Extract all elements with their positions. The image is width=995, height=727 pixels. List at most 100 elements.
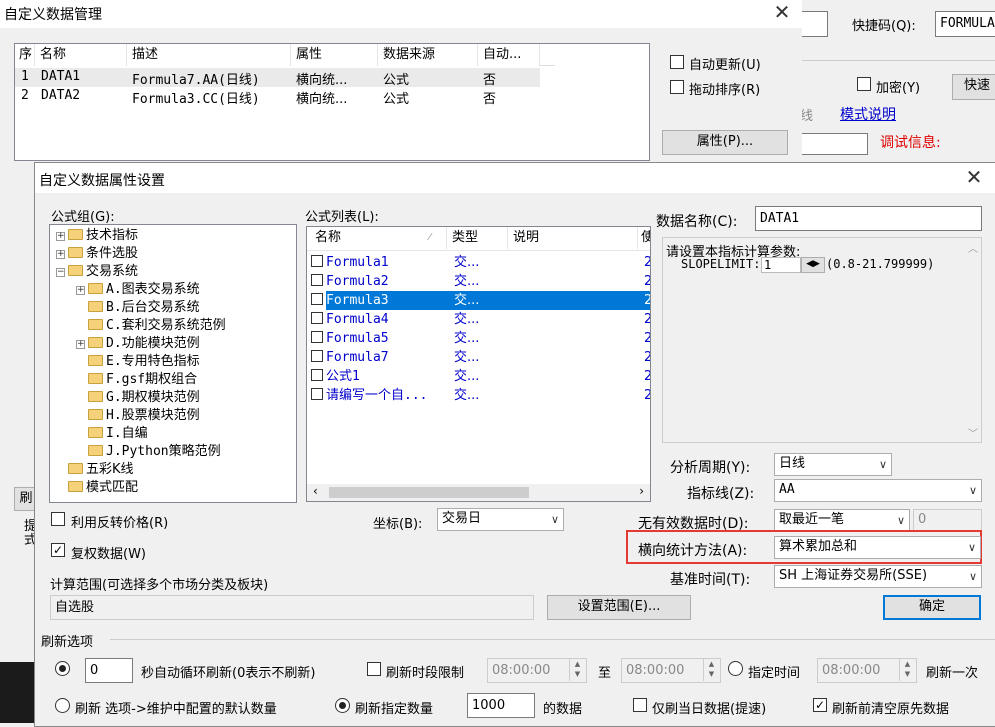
formula-icon	[311, 255, 323, 267]
collapse-icon[interactable]: −	[56, 268, 65, 277]
folder-icon	[88, 427, 103, 438]
ok-button[interactable]: 确定	[883, 595, 981, 620]
formula-row[interactable]: 公式1 交... 2	[311, 367, 650, 386]
tree-item[interactable]: − 交易系统	[56, 263, 138, 281]
fast-button[interactable]: 快速	[952, 74, 995, 100]
formula-row[interactable]: 请编写一个自... 交... 2	[311, 386, 650, 405]
attributes-button[interactable]: 属性(P)...	[662, 130, 788, 155]
formula-type: 交...	[454, 312, 480, 327]
formula-group-tree[interactable]: + 技术指标 + 条件选股 − 交易系统 + A.图表交易系统 B.后台交易系统 C.套利交易系统…	[49, 224, 297, 503]
folder-icon	[68, 265, 83, 276]
refresh-spec-radio[interactable]	[335, 698, 350, 713]
formula-icon	[311, 350, 323, 362]
param-range: (0.8-21.799999)	[826, 257, 935, 271]
bg-small-field[interactable]	[800, 133, 868, 155]
col-name[interactable]: 名称	[35, 44, 127, 66]
tree-item-label: 交易系统	[86, 264, 139, 279]
mode-desc-link[interactable]: 模式说明	[840, 104, 896, 124]
col-no[interactable]: 序	[15, 44, 35, 66]
formula-list[interactable]: 名称⁄ 类型 说明 使 Formula1交...2Formula2交...2Fo…	[306, 226, 651, 502]
formula-use-count: 2	[644, 329, 650, 348]
base-time-select[interactable]: SH 上海证券交易所(SSE) ∨	[774, 565, 982, 588]
tree-item[interactable]: H.股票模块范例	[76, 407, 200, 425]
tree-item[interactable]: C.套利交易系统范例	[76, 317, 226, 335]
period-select[interactable]: 日线 ∨	[774, 453, 892, 476]
tree-item-label: I.自编	[106, 426, 148, 441]
scroll-down-icon[interactable]: ﹀	[968, 425, 978, 440]
tree-item[interactable]: G.期权模块范例	[76, 389, 200, 407]
expand-icon[interactable]: +	[76, 340, 85, 349]
table-row[interactable]: 1 DATA1 Formula7.AA(日线) 横向统... 公式 否	[15, 68, 540, 88]
param-stepper[interactable]: ◀▶	[801, 257, 825, 273]
coord-select[interactable]: 交易日 ∨	[437, 508, 564, 531]
list-col-use[interactable]: 使	[638, 227, 650, 249]
param-value-input[interactable]: 1	[761, 257, 801, 273]
invert-price-checkbox[interactable]	[51, 512, 65, 526]
tree-item-label: C.套利交易系统范例	[106, 318, 226, 333]
tree-item[interactable]: F.gsf期权组合	[76, 371, 197, 389]
drag-sort-checkbox[interactable]	[670, 80, 684, 94]
tree-item[interactable]: J.Python策略范例	[76, 443, 221, 461]
clear-before-checkbox[interactable]: ✓	[813, 698, 827, 712]
auto-update-label: 自动更新(U)	[689, 58, 761, 73]
formula-name: 请编写一个自...	[326, 388, 428, 403]
formula-type: 交...	[454, 350, 480, 365]
set-range-button[interactable]: 设置范围(E)...	[547, 595, 691, 620]
loop-refresh-radio[interactable]	[55, 661, 70, 676]
formula-row[interactable]: Formula7 交... 2	[311, 348, 650, 367]
param-vscroll[interactable]: ︿ ﹀	[964, 238, 981, 442]
horiz-method-select[interactable]: 算术累加总和 ∨	[774, 536, 981, 559]
tree-item-label: E.专用特色指标	[106, 354, 200, 369]
formula-row[interactable]: Formula3 交... 2	[311, 291, 650, 310]
tree-item[interactable]: + D.功能模块范例	[76, 335, 200, 353]
period-limit-checkbox[interactable]	[367, 662, 381, 676]
today-only-checkbox[interactable]	[633, 698, 647, 712]
folder-icon	[68, 481, 83, 492]
scroll-up-icon[interactable]: ︿	[968, 240, 978, 255]
data-name-input[interactable]: DATA1	[755, 206, 982, 231]
scroll-right-icon[interactable]: ›	[639, 484, 644, 498]
spec-time-radio[interactable]	[728, 661, 743, 676]
formula-row[interactable]: Formula4 交... 2	[311, 310, 650, 329]
auto-update-checkbox[interactable]	[670, 55, 684, 69]
adjusted-data-checkbox[interactable]: ✓	[51, 543, 65, 557]
list-col-desc[interactable]: 说明	[508, 227, 638, 249]
expand-icon[interactable]: +	[76, 286, 85, 295]
col-src[interactable]: 数据来源	[378, 44, 478, 66]
table-row[interactable]: 2 DATA2 Formula3.CC(日线) 横向统... 公式 否	[15, 87, 540, 107]
manager-close-icon[interactable]: ✕	[767, 0, 797, 24]
expand-icon[interactable]: +	[56, 232, 65, 241]
formula-row[interactable]: Formula5 交... 2	[311, 329, 650, 348]
formula-row[interactable]: Formula1 交... 2	[311, 253, 650, 272]
list-col-type[interactable]: 类型	[447, 227, 508, 249]
formula-type: 交...	[454, 331, 480, 346]
encrypt-checkbox[interactable]	[857, 77, 871, 91]
tree-item[interactable]: B.后台交易系统	[76, 299, 200, 317]
indicator-select[interactable]: AA ∨	[774, 479, 982, 502]
formula-list-hscroll[interactable]: ‹ ›	[307, 484, 650, 501]
list-col-name[interactable]: 名称 ⁄	[307, 227, 447, 249]
expand-icon[interactable]: +	[56, 250, 65, 259]
col-auto[interactable]: 自动...	[478, 44, 540, 66]
formula-type: 交...	[454, 255, 480, 270]
scroll-thumb[interactable]	[329, 487, 529, 498]
col-attr[interactable]: 属性	[291, 44, 378, 66]
tree-item[interactable]: 五彩K线	[56, 461, 134, 479]
tree-item[interactable]: + 技术指标	[56, 227, 138, 245]
tree-item[interactable]: I.自编	[76, 425, 148, 443]
no-data-select[interactable]: 取最近一笔 ∨	[774, 509, 910, 532]
refresh-default-radio[interactable]	[55, 698, 70, 713]
refresh-count-input[interactable]: 1000	[467, 693, 535, 718]
tree-item-label: D.功能模块范例	[106, 336, 200, 351]
formula-row[interactable]: Formula2 交... 2	[311, 272, 650, 291]
scroll-left-icon[interactable]: ‹	[313, 484, 318, 498]
tree-item[interactable]: + A.图表交易系统	[76, 281, 200, 299]
dialog-close-icon[interactable]: ✕	[959, 165, 989, 189]
loop-seconds-input[interactable]: 0	[85, 658, 133, 683]
property-dialog: 自定义数据属性设置 ✕ 公式组(G): + 技术指标 + 条件选股 − 交易系统 + A.图表…	[34, 162, 995, 727]
col-desc[interactable]: 描述	[127, 44, 291, 66]
tree-item[interactable]: 模式匹配	[56, 479, 138, 497]
shortcut-input[interactable]: FORMULA	[935, 11, 995, 37]
tree-item[interactable]: + 条件选股	[56, 245, 138, 263]
tree-item[interactable]: E.专用特色指标	[76, 353, 200, 371]
